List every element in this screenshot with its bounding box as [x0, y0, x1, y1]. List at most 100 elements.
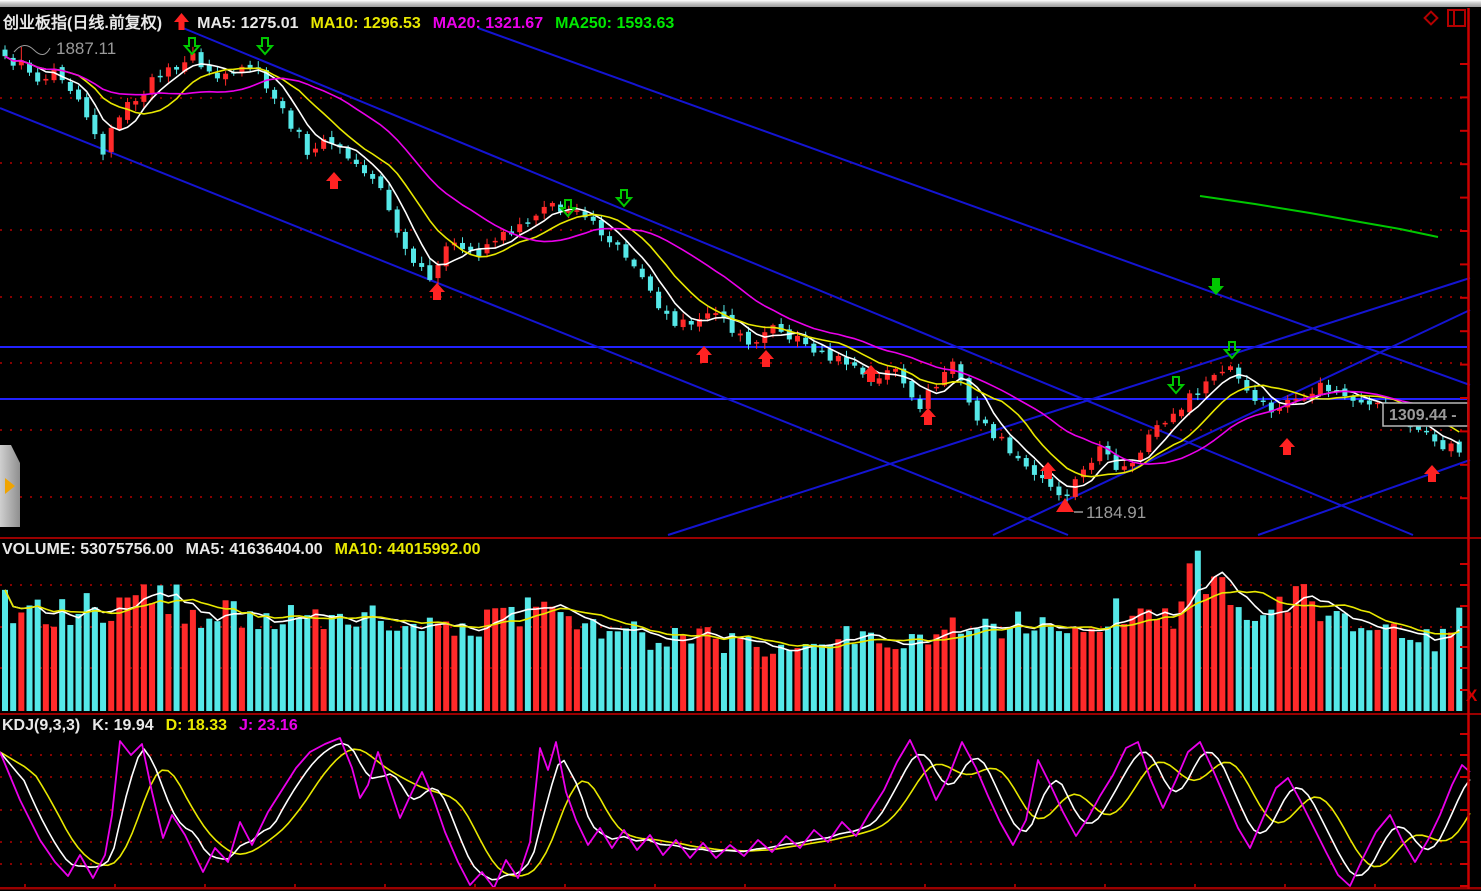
candle	[681, 314, 686, 331]
sidebar-flyout-tab[interactable]	[0, 445, 20, 527]
volume-bar	[745, 636, 751, 711]
volume-bar	[713, 639, 719, 711]
volume-bar	[1105, 627, 1111, 711]
volume-bar	[59, 599, 65, 711]
volume-bar	[272, 629, 278, 711]
candle	[321, 135, 326, 151]
candle	[1212, 373, 1217, 385]
diagonal-trendline[interactable]	[183, 28, 1413, 535]
volume-bar	[721, 653, 727, 711]
candle	[297, 128, 302, 139]
diamond-icon[interactable]	[1422, 9, 1440, 27]
volume-bar	[974, 629, 980, 711]
diagonal-trendline[interactable]	[1258, 460, 1470, 535]
volume-bar	[476, 637, 482, 711]
volume-bar	[590, 619, 596, 711]
volume-bar	[1162, 608, 1168, 711]
volume-bar	[933, 634, 939, 711]
candle	[877, 374, 882, 386]
volume-bar	[1056, 631, 1062, 711]
candle	[860, 366, 865, 378]
volume-bar	[639, 632, 645, 711]
volume-bar	[1301, 584, 1307, 711]
buy-signal-arrow	[696, 346, 712, 363]
volume-bar	[92, 607, 98, 711]
high-price-label: 1887.11	[56, 39, 116, 58]
volume-bar	[116, 598, 122, 711]
volume-bar	[1432, 651, 1438, 711]
volume-bar	[239, 628, 245, 711]
volume-bar	[525, 597, 531, 711]
volume-bar	[1317, 621, 1323, 711]
diagonal-trendline[interactable]	[478, 28, 1470, 385]
volume-bar	[688, 644, 694, 711]
volume-bar	[76, 614, 82, 711]
volume-bar	[67, 625, 73, 711]
volume-bar	[582, 623, 588, 711]
volume-bar	[1195, 551, 1201, 711]
volume-bar	[451, 636, 457, 711]
volume-bar	[1358, 628, 1364, 711]
volume-bar	[615, 631, 621, 711]
volume-bar	[893, 649, 899, 711]
candle	[999, 433, 1004, 441]
volume-bar	[1154, 619, 1160, 711]
volume-bar	[1228, 605, 1234, 711]
candle	[1432, 430, 1437, 446]
volume-bar	[51, 627, 57, 711]
volume-bar	[18, 612, 24, 711]
volume-bar	[696, 628, 702, 711]
corner-icons	[1422, 9, 1467, 27]
volume-bar	[1375, 630, 1381, 711]
volume-bar	[966, 631, 972, 711]
chart-canvas[interactable]: 1887.111184.911309.44 -	[0, 0, 1481, 891]
stock-chart-window: 1887.111184.911309.44 - 创业板指(日线.前复权)MA5:…	[0, 0, 1481, 891]
diagonal-trendline[interactable]	[668, 278, 1470, 535]
candle	[1179, 408, 1184, 419]
volume-bar	[835, 639, 841, 711]
kdj-d-line	[0, 749, 1470, 876]
candle	[1089, 458, 1094, 474]
candle	[101, 132, 106, 161]
volume-bar	[35, 600, 41, 711]
candle	[1228, 365, 1233, 372]
volume-bar	[443, 621, 449, 711]
ma250-value: MA250: 1593.63	[555, 15, 674, 32]
volume-bar	[574, 629, 580, 711]
candle	[476, 243, 481, 261]
candle	[1261, 397, 1266, 406]
volume-bar	[623, 628, 629, 711]
split-window-icon[interactable]	[1447, 9, 1467, 27]
volume-bar	[419, 631, 425, 711]
volume-bar	[165, 614, 171, 711]
volume-bar	[999, 638, 1005, 711]
volume-bar	[263, 613, 269, 711]
volume-bar	[1391, 624, 1397, 711]
candle	[305, 131, 310, 159]
buy-signal-arrow	[1424, 465, 1440, 482]
candle	[411, 246, 416, 266]
volume-bar	[509, 607, 515, 711]
volume-bar	[353, 627, 359, 711]
volume-bar	[664, 647, 670, 711]
volume-bar	[378, 621, 384, 711]
volume-bar	[631, 621, 637, 711]
candle	[215, 67, 220, 82]
volume-bar	[304, 615, 310, 711]
volume-bar	[1456, 608, 1462, 711]
candle	[92, 108, 97, 139]
indicator-close-button[interactable]: X	[1466, 686, 1477, 706]
volume-bar	[1260, 615, 1266, 711]
price-markers: 1887.111184.911309.44 -	[14, 39, 1468, 522]
sell-signal-arrow-hollow	[258, 38, 272, 54]
candle	[950, 358, 955, 378]
volume-bar	[762, 657, 768, 711]
volume-bar	[394, 631, 400, 711]
candle	[60, 65, 65, 84]
candle	[1220, 365, 1225, 375]
buy-signal-arrow	[1279, 438, 1295, 455]
up-arrow-icon	[174, 13, 189, 30]
volume-bar	[1285, 612, 1291, 711]
candle	[403, 229, 408, 256]
candle	[444, 242, 449, 271]
